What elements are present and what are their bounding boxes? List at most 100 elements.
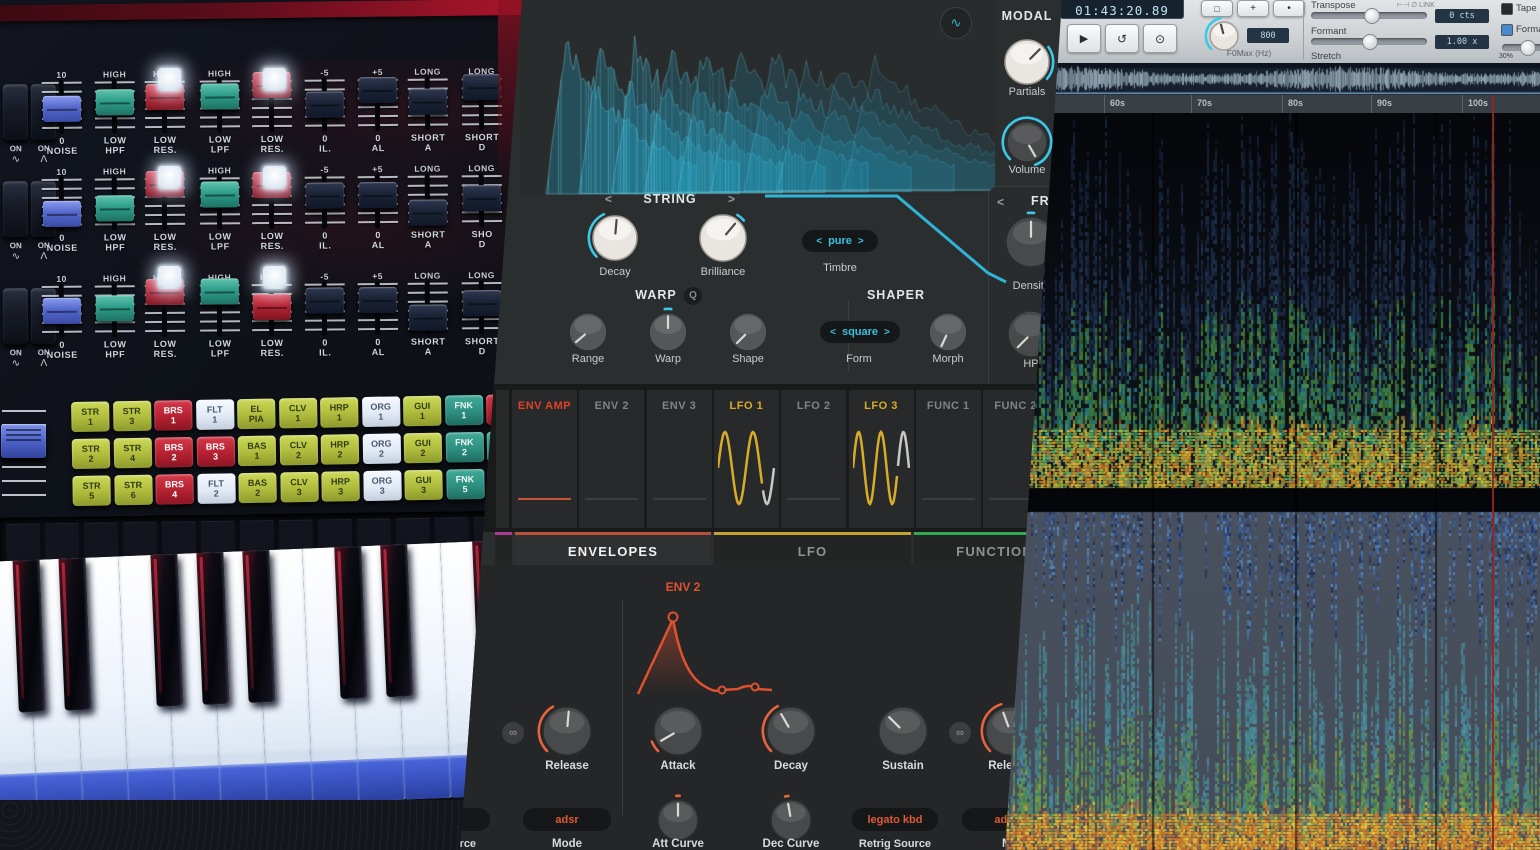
rocker-switch[interactable]	[3, 84, 28, 140]
waveform-overview[interactable]	[1005, 63, 1540, 95]
mod-slot-env-2[interactable]: ENV 2	[579, 390, 644, 528]
slider-cap[interactable]	[43, 201, 81, 227]
master-slider-cap[interactable]	[1, 424, 46, 458]
partials-knob[interactable]	[998, 33, 1056, 91]
release-knob[interactable]	[536, 700, 598, 762]
mod-slot-env-amp[interactable]: ENV AMP	[512, 390, 577, 528]
param-slider-transpose[interactable]	[1311, 12, 1427, 19]
slider-cap[interactable]	[201, 83, 239, 109]
timeline-ruler[interactable]: 60s70s80s90s100s	[1005, 95, 1540, 114]
slider-thumb[interactable]	[1362, 34, 1378, 50]
env2-curve[interactable]	[610, 597, 790, 697]
range-knob[interactable]	[562, 306, 614, 358]
lit-button[interactable]	[158, 68, 181, 91]
decay-knob[interactable]	[586, 209, 644, 267]
loop-button[interactable]: ↺	[1105, 24, 1139, 53]
lit-button[interactable]	[158, 266, 181, 289]
mod-slot-lfo-2[interactable]: LFO 2	[781, 390, 846, 528]
preset-button-flt-1[interactable]: FLT1	[196, 399, 235, 430]
slider-cap[interactable]	[463, 185, 501, 211]
preset-button-bas-2[interactable]: BAS2	[238, 473, 277, 504]
link-icon[interactable]: ∞	[502, 722, 524, 744]
mod-slot-lfo-1[interactable]: LFO 1	[714, 390, 779, 528]
lit-button[interactable]	[263, 68, 286, 91]
preset-button-fnk-1[interactable]: FNK1	[445, 395, 484, 426]
mod-slot-lfo-3[interactable]: LFO 3	[849, 390, 914, 528]
slider-cap[interactable]	[409, 304, 447, 330]
slider-cap[interactable]	[409, 88, 447, 114]
mod-slot-env-3[interactable]: ENV 3	[647, 390, 712, 528]
mod-tab-partial[interactable]	[495, 532, 512, 568]
preset-button-flt-2[interactable]: FLT2	[197, 473, 236, 504]
slider-cap[interactable]	[253, 294, 291, 320]
mode-selector[interactable]: adsr	[523, 808, 611, 831]
preset-button-bas-1[interactable]: BAS1	[238, 436, 277, 467]
preset-button-brs-4[interactable]: BRS4	[155, 474, 194, 505]
attack-knob[interactable]	[647, 700, 709, 762]
slider-cap[interactable]	[463, 290, 501, 316]
wave-icon[interactable]: ∿	[940, 7, 972, 39]
preset-button-gui-3[interactable]: GUI3	[404, 470, 443, 501]
preset-button-hrp-1[interactable]: HRP1	[320, 397, 359, 428]
playhead[interactable]	[1492, 95, 1494, 850]
mod-tab-lfo[interactable]: LFO	[714, 532, 911, 568]
slider-cap[interactable]	[359, 77, 397, 103]
slider-cap[interactable]	[96, 195, 134, 221]
slider-cap[interactable]	[43, 298, 81, 324]
preset-button-hrp-3[interactable]: HRP3	[321, 471, 360, 502]
preset-button-fnk-5[interactable]: FNK5	[446, 469, 485, 500]
preset-button-brs-3[interactable]: BRS3	[196, 436, 235, 467]
warp-knob[interactable]	[642, 306, 694, 358]
slider-cap[interactable]	[359, 182, 397, 208]
preset-button-clv-1[interactable]: CLV1	[279, 398, 318, 429]
param-slider-formant[interactable]	[1311, 38, 1427, 45]
slider-cap[interactable]	[463, 74, 501, 100]
warp-q-badge[interactable]: Q	[684, 287, 702, 305]
mod-slot-func-1[interactable]: FUNC 1	[916, 390, 981, 528]
slider-cap[interactable]	[359, 287, 397, 313]
shape-knob[interactable]	[722, 306, 774, 358]
lit-button[interactable]	[263, 266, 286, 289]
slider-cap[interactable]	[409, 199, 447, 225]
string-prev-chevron[interactable]: <	[605, 192, 612, 206]
checkbox-tape[interactable]	[1501, 3, 1513, 15]
preset-button-str-3[interactable]: STR3	[113, 401, 152, 432]
preset-button-org-1[interactable]: ORG1	[362, 396, 401, 427]
preset-button-clv-2[interactable]: CLV2	[279, 435, 318, 466]
form-selector[interactable]: < square >	[820, 321, 900, 343]
tool-button-3[interactable]: •	[1273, 0, 1305, 17]
lit-button[interactable]	[263, 166, 286, 189]
preset-button-brs-2[interactable]: BRS2	[155, 437, 194, 468]
preset-button-fnk-2[interactable]: FNK2	[445, 432, 484, 463]
cycle-button[interactable]: ⊙	[1143, 24, 1177, 53]
preset-button-str-5[interactable]: STR5	[72, 475, 111, 506]
slider-thumb[interactable]	[1364, 8, 1380, 24]
preset-button-str-6[interactable]: STR6	[114, 475, 153, 506]
preset-button-gui-1[interactable]: GUI1	[403, 396, 442, 427]
slider-cap[interactable]	[201, 279, 239, 305]
preset-button-str-2[interactable]: STR2	[72, 438, 111, 469]
play-button[interactable]: ▶	[1067, 24, 1101, 53]
string-next-chevron[interactable]: >	[728, 192, 735, 206]
slider-cap[interactable]	[306, 182, 344, 208]
slider-cap[interactable]	[96, 295, 134, 321]
spectrogram-display[interactable]	[1005, 113, 1540, 850]
volume-knob[interactable]	[1000, 115, 1054, 169]
preset-button-org-2[interactable]: ORG2	[362, 433, 401, 464]
brilliance-knob[interactable]	[693, 208, 753, 268]
preset-button-clv-3[interactable]: CLV3	[280, 472, 319, 503]
link-icon[interactable]: ∞	[949, 722, 971, 744]
slider-cap[interactable]	[201, 181, 239, 207]
preset-button-str-1[interactable]: STR1	[71, 401, 110, 432]
retrig-selector[interactable]: legato kbd	[852, 808, 938, 831]
preset-button-brs-1[interactable]: BRS1	[154, 400, 193, 431]
zoom-slider[interactable]	[1502, 44, 1540, 51]
slider-cap[interactable]	[43, 96, 81, 122]
preset-button-gui-2[interactable]: GUI2	[404, 433, 443, 464]
slider-cap[interactable]	[306, 91, 344, 117]
sustain-knob[interactable]	[872, 700, 934, 762]
preset-button-str-4[interactable]: STR4	[113, 438, 152, 469]
slider-cap[interactable]	[306, 287, 344, 313]
preset-button-hrp-2[interactable]: HRP2	[321, 434, 360, 465]
slider-cap[interactable]	[96, 89, 134, 115]
